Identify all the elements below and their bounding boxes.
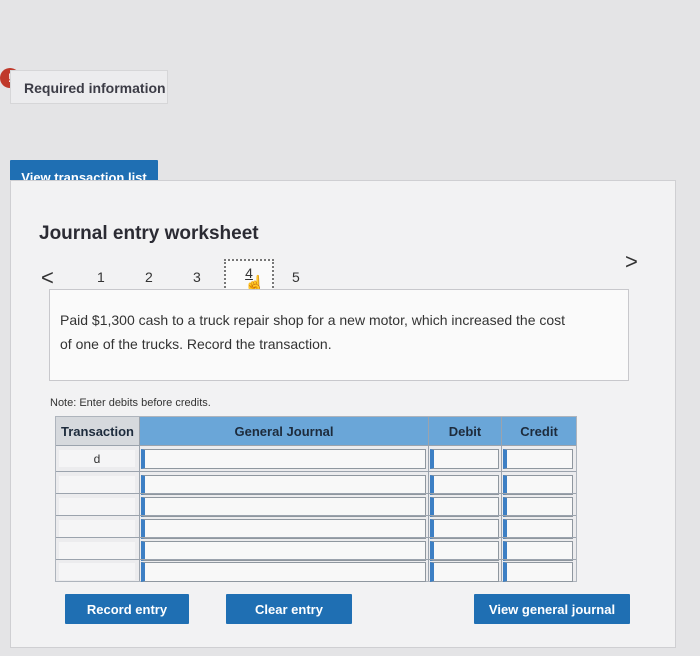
header-credit: Credit [502, 417, 576, 445]
required-information-tab[interactable]: Required information [10, 70, 168, 104]
header-general-journal: General Journal [140, 417, 428, 445]
page-5[interactable]: 5 [292, 269, 300, 285]
debit-input[interactable] [430, 475, 499, 495]
transaction-cell: d [59, 450, 135, 467]
transaction-description-box: Paid $1,300 cash to a truck repair shop … [49, 289, 629, 381]
transaction-cell [59, 563, 135, 580]
transaction-cell [59, 542, 135, 559]
previous-page-arrow-icon[interactable]: < [41, 265, 54, 291]
next-page-arrow-icon[interactable]: > [625, 249, 638, 275]
credit-input[interactable] [503, 475, 573, 495]
transaction-cell [59, 498, 135, 515]
credit-input[interactable] [503, 519, 573, 539]
credit-input[interactable] [503, 497, 573, 517]
page-2[interactable]: 2 [145, 269, 153, 285]
journal-entry-table: Transaction General Journal Debit Credit… [55, 416, 577, 582]
header-debit: Debit [429, 417, 501, 445]
credit-input[interactable] [503, 449, 573, 469]
account-input[interactable] [141, 497, 426, 517]
page-3[interactable]: 3 [193, 269, 201, 285]
header-transaction: Transaction [56, 417, 139, 445]
account-input[interactable] [141, 541, 426, 561]
debit-input[interactable] [430, 562, 499, 582]
credit-input[interactable] [503, 541, 573, 561]
account-input[interactable] [141, 519, 426, 539]
transaction-cell [59, 476, 135, 493]
journal-entry-worksheet-panel: Journal entry worksheet < > 1 2 3 4 ☝ 5 … [10, 180, 676, 648]
debit-input[interactable] [430, 541, 499, 561]
account-input[interactable] [141, 562, 426, 582]
required-information-label: Required information [24, 80, 166, 96]
record-entry-button[interactable]: Record entry [65, 594, 189, 624]
credit-input[interactable] [503, 562, 573, 582]
debits-credits-note: Note: Enter debits before credits. [50, 397, 211, 409]
account-input[interactable] [141, 449, 426, 469]
transaction-cell [59, 520, 135, 537]
account-input[interactable] [141, 475, 426, 495]
debit-input[interactable] [430, 449, 499, 469]
transaction-description: Paid $1,300 cash to a truck repair shop … [60, 312, 566, 352]
page-1[interactable]: 1 [97, 269, 105, 285]
worksheet-title: Journal entry worksheet [39, 223, 259, 244]
view-general-journal-button[interactable]: View general journal [474, 594, 630, 624]
clear-entry-button[interactable]: Clear entry [226, 594, 352, 624]
debit-input[interactable] [430, 519, 499, 539]
debit-input[interactable] [430, 497, 499, 517]
